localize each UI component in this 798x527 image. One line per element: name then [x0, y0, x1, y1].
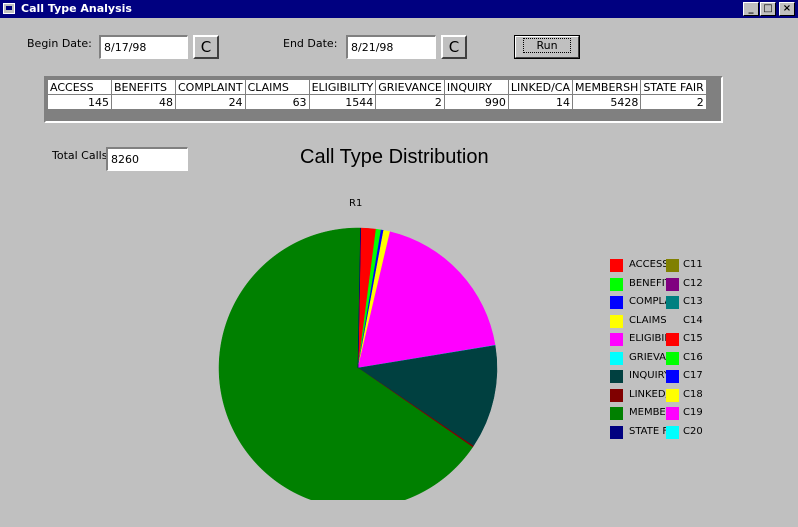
legend-swatch — [666, 388, 679, 402]
legend-label: COMPLAINT — [629, 296, 669, 307]
legend-swatch — [666, 351, 679, 365]
grid-value-cell[interactable]: 14 — [507, 94, 574, 110]
end-date-input[interactable]: 8/21/98 — [346, 35, 436, 59]
legend-label: C13 — [683, 296, 703, 307]
legend-label: C16 — [683, 351, 703, 363]
grid-header-cell[interactable]: CLAIMS — [244, 79, 310, 95]
results-grid[interactable]: ACCESS BENEFITS COMPLAINT CLAIMS ELIGIBI… — [44, 76, 723, 123]
grid-header-cell[interactable]: ELIGIBILITY — [308, 79, 377, 95]
grid-header-cell[interactable]: MEMBERSH — [571, 79, 642, 95]
window-title: Call Type Analysis — [21, 2, 132, 15]
total-calls-label: Total Calls — [52, 149, 108, 162]
grid-horizontal-scroll-area[interactable] — [46, 110, 721, 121]
grid-value-cell[interactable]: 2 — [640, 94, 707, 110]
legend-label: MEMBERSHIP — [629, 407, 669, 418]
grid-value-cell[interactable]: 48 — [111, 94, 176, 110]
chart-title: Call Type Distribution — [300, 146, 489, 168]
total-calls-field[interactable]: 8260 — [106, 147, 188, 171]
legend-swatch — [610, 277, 623, 291]
chart-legend: ACCESS BENEFITS COMPLAINT CLAIMS ELIGIBILITY… — [610, 258, 720, 448]
legend-swatch — [666, 333, 679, 346]
legend-swatch — [666, 314, 679, 328]
legend-label: C12 — [683, 277, 703, 289]
maximize-button[interactable]: □ — [760, 2, 776, 16]
legend-label: C14 — [683, 314, 703, 326]
grid-header-cell[interactable]: BENEFITS — [111, 79, 176, 95]
legend-swatch — [610, 370, 623, 383]
legend-swatch — [666, 259, 679, 272]
legend-label: ACCESS — [629, 259, 669, 270]
grid-value-cell[interactable]: 145 — [47, 94, 112, 110]
legend-swatch — [666, 370, 679, 383]
legend-swatch — [610, 259, 623, 272]
grid-header-cell[interactable]: ACCESS — [47, 79, 112, 95]
grid-value-row: 145 48 24 63 1544 2 990 14 5428 2 — [47, 94, 707, 110]
legend-label: C19 — [683, 407, 703, 418]
legend-label: C20 — [683, 425, 703, 437]
legend-label: CLAIMS — [629, 314, 667, 326]
legend-swatch — [666, 277, 679, 291]
begin-date-label: Begin Date: — [27, 37, 92, 50]
grid-header-cell[interactable]: LINKED/CA — [507, 79, 574, 95]
begin-date-calendar-button[interactable]: C — [193, 35, 219, 59]
legend-label: C17 — [683, 370, 703, 381]
minimize-button[interactable]: _ — [743, 2, 759, 16]
grid-value-cell[interactable]: 990 — [443, 94, 509, 110]
run-button[interactable]: Run — [514, 35, 580, 59]
pie-chart[interactable] — [210, 220, 510, 500]
legend-label: C11 — [683, 259, 703, 270]
legend-label: INQUIRY — [629, 370, 669, 381]
legend-swatch — [610, 388, 623, 402]
legend-swatch — [610, 351, 623, 365]
grid-header-row: ACCESS BENEFITS COMPLAINT CLAIMS ELIGIBI… — [47, 79, 707, 95]
grid-table-wrapper: ACCESS BENEFITS COMPLAINT CLAIMS ELIGIBI… — [47, 79, 707, 110]
legend-swatch — [610, 296, 623, 309]
legend-swatch — [610, 407, 623, 420]
grid-header-cell[interactable]: GRIEVANCE — [375, 79, 445, 95]
legend-swatch — [666, 425, 679, 439]
legend-label: C15 — [683, 333, 703, 344]
legend-swatch — [666, 407, 679, 420]
grid-value-cell[interactable]: 5428 — [571, 94, 642, 110]
grid-value-cell[interactable]: 1544 — [308, 94, 377, 110]
legend-swatch — [610, 333, 623, 346]
legend-swatch — [610, 314, 623, 328]
grid-header-cell[interactable]: COMPLAINT — [175, 79, 246, 95]
app-icon[interactable] — [3, 3, 15, 14]
chart-row-label: R1 — [349, 198, 363, 209]
close-button[interactable]: × — [779, 2, 795, 16]
grid-value-cell[interactable]: 24 — [175, 94, 246, 110]
grid-header-cell[interactable]: INQUIRY — [443, 79, 509, 95]
grid-header-cell[interactable]: STATE FAIR — [640, 79, 707, 95]
grid-value-cell[interactable]: 2 — [375, 94, 445, 110]
legend-label: ELIGIBILITY — [629, 333, 669, 344]
legend-label: LINKED/CA — [629, 388, 669, 400]
legend-swatch — [610, 425, 623, 439]
legend-label: GRIEVANCE — [629, 351, 669, 363]
begin-date-input[interactable]: 8/17/98 — [99, 35, 188, 59]
legend-label: STATE FAIR — [629, 425, 669, 437]
title-bar: Call Type Analysis _ □ × — [0, 0, 798, 18]
legend-label: BENEFITS — [629, 277, 669, 289]
grid-value-cell[interactable]: 63 — [244, 94, 310, 110]
grid-table: ACCESS BENEFITS COMPLAINT CLAIMS ELIGIBI… — [47, 79, 707, 110]
end-date-label: End Date: — [283, 37, 338, 50]
legend-swatch — [666, 296, 679, 309]
run-button-label: Run — [523, 38, 571, 53]
end-date-calendar-button[interactable]: C — [441, 35, 467, 59]
legend-label: C18 — [683, 388, 703, 400]
